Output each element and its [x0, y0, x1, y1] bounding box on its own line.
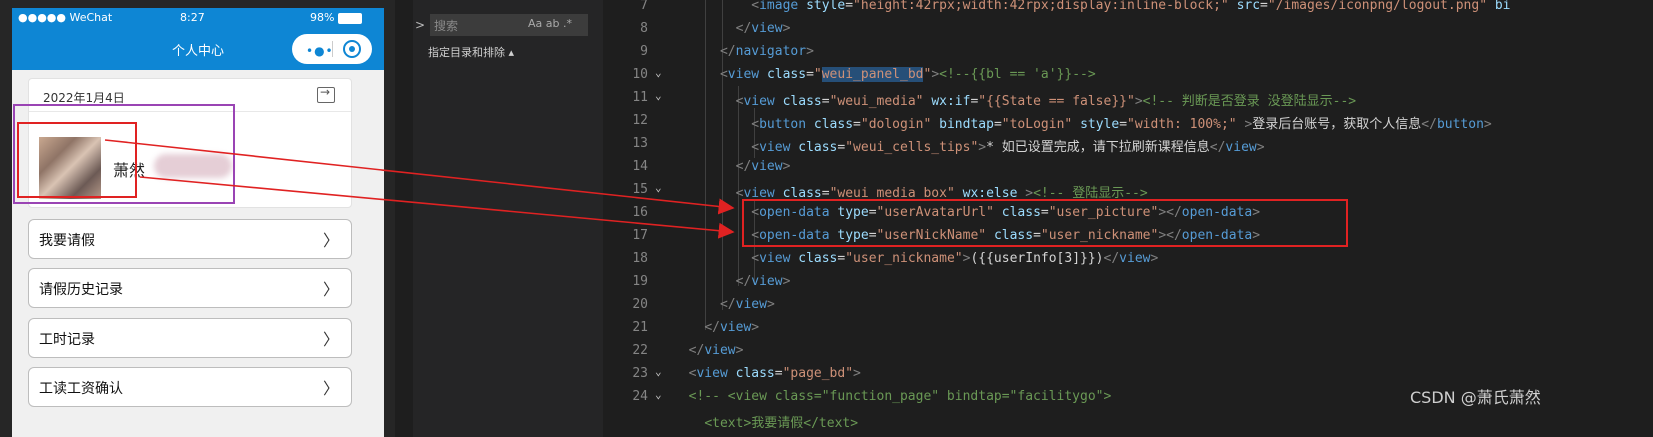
annotation-arrows [104, 139, 735, 239]
arrow-avatar-to-code [104, 139, 735, 215]
watermark: CSDN @萧氏萧然 [1410, 388, 1541, 407]
arrow-nickname-to-code [139, 176, 735, 239]
